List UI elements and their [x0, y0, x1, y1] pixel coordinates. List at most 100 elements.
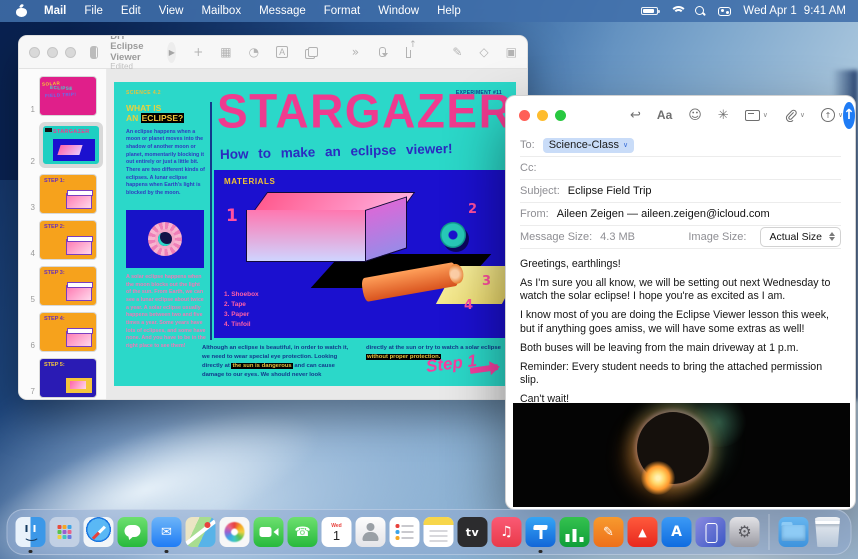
maildrop-button[interactable]: ↑ ∨	[821, 108, 843, 122]
subject-field[interactable]: Subject: Eclipse Field Trip	[520, 180, 841, 203]
keynote-body: 1 SOLAR ECLIPSE FIELD TRIP! 2 STARGAZER	[19, 69, 527, 400]
menu-window[interactable]: Window	[369, 0, 428, 22]
dock-launchpad[interactable]	[50, 517, 80, 547]
slide-thumbnail-2-selected[interactable]: STARGAZER	[42, 125, 100, 165]
menu-clock[interactable]: Wed Apr 1 9:41 AM	[743, 5, 846, 17]
menu-format[interactable]: Format	[315, 0, 369, 22]
spotlight-search-icon[interactable]	[695, 6, 706, 17]
slide-thumbnail-6[interactable]: STEP 4:	[39, 312, 97, 352]
slide-thumbnail-5[interactable]: STEP 3:	[39, 266, 97, 306]
tv-glyph: tv	[466, 527, 479, 538]
attach-button[interactable]: ∨	[784, 109, 805, 122]
zoom-button[interactable]	[555, 110, 566, 121]
dock-pages[interactable]: ✎	[594, 517, 624, 547]
from-field[interactable]: From: Aileen Zeigen — aileen.zeigen@iclo…	[520, 203, 841, 226]
dock-photos[interactable]	[220, 517, 250, 547]
header-fields-icon	[745, 110, 760, 121]
dock-music[interactable]: ♫	[492, 517, 522, 547]
slide-thumb-row: 7 STEP 5:	[19, 358, 106, 398]
seal-icon[interactable]: ✳	[718, 108, 729, 123]
dock-maps[interactable]	[186, 517, 216, 547]
dock-phone[interactable]: ☎	[288, 517, 318, 547]
dock-trash[interactable]	[813, 517, 843, 547]
menu-help[interactable]: Help	[428, 0, 470, 22]
slide-thumbnail-4[interactable]: STEP 2:	[39, 220, 97, 260]
menu-app-name[interactable]: Mail	[35, 0, 75, 22]
dock-system-settings[interactable]: ⚙	[730, 517, 760, 547]
menu-mailbox[interactable]: Mailbox	[192, 0, 250, 22]
share-icon[interactable]: ↑	[406, 47, 412, 58]
close-button[interactable]	[29, 47, 40, 58]
zoom-button[interactable]	[65, 47, 76, 58]
table-icon[interactable]: ▦	[220, 45, 231, 59]
slide-title: STARGAZER	[217, 83, 513, 139]
battery-icon[interactable]	[641, 7, 658, 15]
dock-facetime[interactable]	[254, 517, 284, 547]
header-fields-button[interactable]: ∨	[745, 110, 768, 121]
chart-icon[interactable]: ◔	[249, 45, 259, 59]
dock-tv[interactable]: tv	[458, 517, 488, 547]
send-button[interactable]: ↑	[843, 102, 855, 129]
music-note-glyph: ♫	[500, 525, 513, 539]
play-button[interactable]: ▶	[167, 42, 176, 63]
message-size-value: 4.3 MB	[600, 231, 635, 243]
image-size-value: Actual Size	[769, 231, 822, 243]
eclipse-photo-attachment[interactable]	[513, 403, 850, 507]
slide-thumbnail-3[interactable]: STEP 1:	[39, 174, 97, 214]
dock-iphone-mirroring[interactable]	[696, 517, 726, 547]
recipient-name: Science-Class	[549, 139, 619, 151]
dock-safari[interactable]	[84, 517, 114, 547]
undo-icon[interactable]: ↩	[630, 108, 641, 123]
dock-keynote[interactable]	[526, 517, 556, 547]
insert-button[interactable]: +	[193, 45, 203, 59]
dock-contacts[interactable]	[356, 517, 386, 547]
recipient-token[interactable]: Science-Class ∨	[543, 138, 634, 153]
comment-icon[interactable]	[379, 47, 386, 57]
menu-view[interactable]: View	[150, 0, 193, 22]
slide-number: 3	[19, 203, 35, 214]
slide-thumbnail-1[interactable]: SOLAR ECLIPSE FIELD TRIP!	[39, 76, 97, 116]
animate-icon[interactable]: ◇	[479, 45, 488, 59]
format-icon[interactable]: Aa	[657, 108, 672, 122]
document-setup-icon[interactable]: ▣	[506, 45, 517, 59]
menu-time: 9:41 AM	[804, 5, 846, 17]
dock-messages[interactable]	[118, 517, 148, 547]
shapes-icon[interactable]	[305, 47, 310, 57]
safari-icon	[84, 517, 114, 547]
slide-number: 6	[19, 341, 35, 352]
dock-schoolwork[interactable]: ▲	[628, 517, 658, 547]
image-size-select[interactable]: Actual Size	[760, 227, 841, 247]
dock-numbers[interactable]	[560, 517, 590, 547]
dock-calendar[interactable]: Wed1	[322, 517, 352, 547]
minimize-button[interactable]	[47, 47, 58, 58]
menu-edit[interactable]: Edit	[112, 0, 150, 22]
menu-message[interactable]: Message	[250, 0, 315, 22]
emoji-icon[interactable]: ☺	[688, 108, 702, 123]
material-number-3: 3	[482, 274, 491, 289]
sidebar-toggle-icon[interactable]	[90, 46, 98, 59]
close-button[interactable]	[519, 110, 530, 121]
toolbar-overflow-icon[interactable]: »	[352, 45, 359, 59]
dock-mail[interactable]: ✉	[152, 517, 182, 547]
dock-finder[interactable]	[16, 517, 46, 547]
keynote-titlebar[interactable]: DIY Eclipse Viewer Edited ▶ + ▦ ◔ A » ↑ …	[19, 36, 527, 69]
phone-icon: ☎	[288, 517, 318, 547]
stargazer-slide[interactable]: SCIENCE 4.2 EXPERIMENT #11 WHAT IS AN EC…	[114, 82, 516, 386]
text-box-icon[interactable]: A	[276, 46, 288, 58]
menu-file[interactable]: File	[75, 0, 112, 22]
slide-thumbnail-7[interactable]: STEP 5:	[39, 358, 97, 398]
minimize-button[interactable]	[537, 110, 548, 121]
dock-downloads[interactable]	[779, 517, 809, 547]
control-center-icon[interactable]	[718, 7, 731, 16]
dock-reminders[interactable]	[390, 517, 420, 547]
gear-glyph: ⚙	[737, 524, 751, 540]
thumb-title: STEP 5:	[44, 362, 96, 368]
dock-notes[interactable]	[424, 517, 454, 547]
wifi-icon[interactable]	[670, 6, 683, 16]
mail-titlebar[interactable]: ↩ Aa ☺ ✳ ∨ ∨ ↑ ∨ ↑	[506, 96, 855, 134]
to-field[interactable]: To: Science-Class ∨	[520, 134, 841, 157]
apple-menu-icon[interactable]	[16, 5, 27, 17]
cc-field[interactable]: Cc:	[520, 157, 841, 180]
format-brush-icon[interactable]: ✎	[452, 45, 462, 59]
dock-app-store[interactable]: A	[662, 517, 692, 547]
